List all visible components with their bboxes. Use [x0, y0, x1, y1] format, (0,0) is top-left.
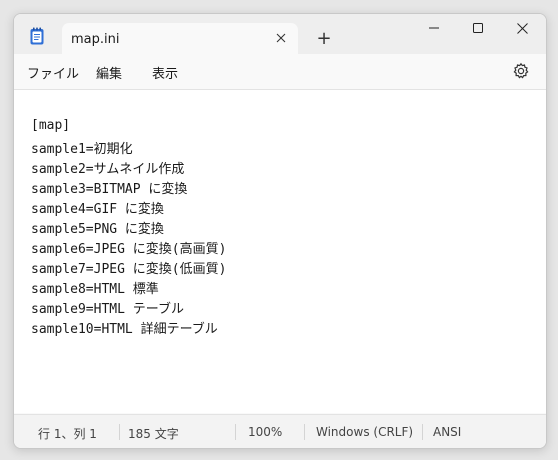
close-icon: [516, 22, 528, 34]
notepad-icon: [30, 27, 44, 45]
title-bar[interactable]: map.ini +: [14, 14, 546, 55]
text-line: sample9=HTML テーブル: [31, 302, 184, 317]
text-editor[interactable]: [map] sample1=初期化 sample2=サムネイル作成 sample…: [14, 90, 546, 413]
text-line: sample6=JPEG に変換(高画質): [31, 242, 227, 257]
text-line: sample3=BITMAP に変換: [31, 182, 188, 197]
status-separator: [304, 424, 305, 440]
close-tab-button[interactable]: [272, 29, 290, 47]
notepad-window: map.ini + ファイル 編集 表示 [map] sample1=初期化 s…: [13, 13, 547, 449]
minimize-button[interactable]: [412, 14, 456, 42]
text-line: sample1=初期化: [31, 142, 133, 157]
menu-bar: ファイル 編集 表示: [14, 54, 546, 89]
text-line: sample8=HTML 標準: [31, 282, 159, 297]
maximize-icon: [473, 23, 483, 33]
close-window-button[interactable]: [500, 14, 544, 42]
text-line: sample4=GIF に変換: [31, 202, 164, 217]
minimize-icon: [429, 27, 439, 29]
status-separator: [235, 424, 236, 440]
new-tab-button[interactable]: +: [314, 29, 334, 49]
zoom-level: 100%: [248, 425, 283, 439]
text-line: sample5=PNG に変換: [31, 222, 164, 237]
menu-edit[interactable]: 編集: [96, 63, 122, 82]
tab-title: map.ini: [71, 32, 120, 47]
text-line: [map]: [31, 118, 71, 133]
status-separator: [422, 424, 423, 440]
text-line: sample10=HTML 詳細テーブル: [31, 322, 218, 337]
text-line: sample7=JPEG に変換(低画質): [31, 262, 227, 277]
text-line: sample2=サムネイル作成: [31, 162, 185, 177]
tab-map-ini[interactable]: map.ini: [62, 23, 298, 55]
status-bar: 行 1、列 1 185 文字 100% Windows (CRLF) ANSI: [14, 414, 546, 448]
menu-view[interactable]: 表示: [152, 63, 178, 82]
cursor-position: 行 1、列 1: [38, 427, 97, 441]
menu-file[interactable]: ファイル: [27, 63, 79, 82]
close-icon: [276, 33, 286, 43]
maximize-button[interactable]: [456, 14, 500, 42]
line-ending: Windows (CRLF): [316, 425, 414, 439]
gear-icon[interactable]: [512, 62, 530, 80]
status-separator: [119, 424, 120, 440]
encoding: ANSI: [433, 425, 462, 439]
character-count: 185 文字: [128, 427, 179, 441]
